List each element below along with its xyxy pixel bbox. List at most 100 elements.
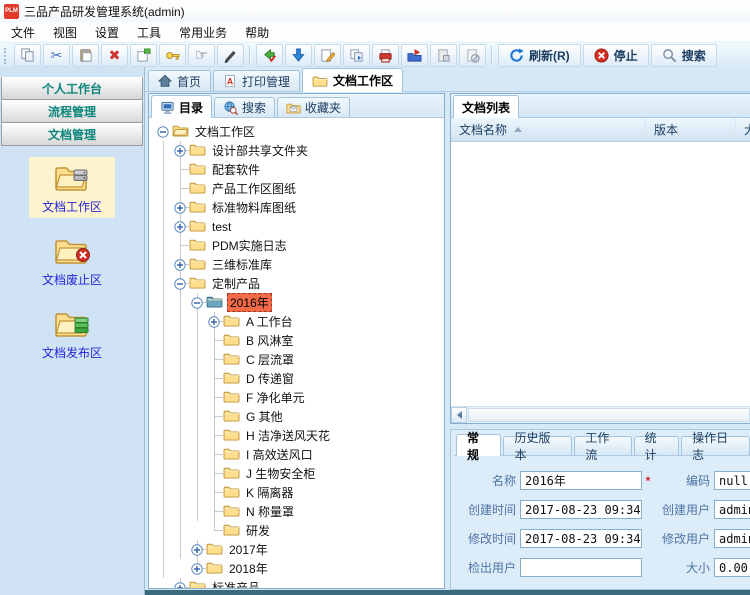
- tree-node-label[interactable]: J 生物安全柜: [244, 465, 317, 482]
- detail-tab-操作日志[interactable]: 操作日志: [681, 436, 750, 455]
- field-input-创建用户[interactable]: admin: [714, 500, 750, 519]
- tree-node[interactable]: test: [155, 217, 444, 236]
- toolbar-button[interactable]: [256, 44, 283, 67]
- tree-node[interactable]: I 高效送风口: [155, 445, 444, 464]
- tree-node[interactable]: 定制产品: [155, 274, 444, 293]
- horizontal-scrollbar[interactable]: [451, 406, 750, 423]
- toolbar-button-刷新(R)[interactable]: 刷新(R): [498, 44, 581, 67]
- tab-文档工作区[interactable]: 文档工作区: [302, 68, 403, 92]
- tree-node[interactable]: N 称量罩: [155, 502, 444, 521]
- tree-node-label[interactable]: H 洁净送风天花: [244, 427, 332, 444]
- tree-node[interactable]: H 洁净送风天花: [155, 426, 444, 445]
- toolbar-button[interactable]: ✂: [43, 44, 70, 67]
- menu-item-帮助[interactable]: 帮助: [236, 22, 278, 43]
- toolbar-grip[interactable]: [4, 48, 10, 64]
- field-input-修改时间[interactable]: 2017-08-23 09:34:55: [520, 529, 642, 548]
- tree-node[interactable]: A 工作台: [155, 312, 444, 331]
- tree-node-label[interactable]: I 高效送风口: [244, 446, 315, 463]
- tree-tab-搜索[interactable]: 搜索: [214, 97, 275, 117]
- scroll-left-button[interactable]: [451, 407, 467, 423]
- tree-node[interactable]: 设计部共享文件夹: [155, 141, 444, 160]
- tree-node-label[interactable]: 设计部共享文件夹: [210, 142, 310, 159]
- toolbar-button[interactable]: ☞: [188, 44, 215, 67]
- sidebar-section-流程管理[interactable]: 流程管理: [1, 100, 143, 123]
- tree-node-label[interactable]: 产品工作区图纸: [210, 180, 298, 197]
- toolbar-button[interactable]: [130, 44, 157, 67]
- field-input-大小[interactable]: 0.00 MB: [714, 558, 750, 577]
- tree-node-label[interactable]: D 传递窗: [244, 370, 296, 387]
- tree-node-label[interactable]: 定制产品: [210, 275, 262, 292]
- toolbar-button[interactable]: [285, 44, 312, 67]
- tree-node[interactable]: K 隔离器: [155, 483, 444, 502]
- detail-tab-工作流[interactable]: 工作流: [574, 436, 631, 455]
- sidebar-section-文档管理[interactable]: 文档管理: [1, 123, 143, 146]
- tree-node-label[interactable]: PDM实施日志: [210, 237, 289, 254]
- tree-node[interactable]: 2016年: [155, 293, 444, 312]
- tab-document-list[interactable]: 文档列表: [453, 95, 519, 118]
- tree-tab-收藏夹[interactable]: 收藏夹: [277, 97, 350, 117]
- tree-node-label[interactable]: 2018年: [227, 560, 270, 577]
- field-input-创建时间[interactable]: 2017-08-23 09:34:44: [520, 500, 642, 519]
- tree-node[interactable]: PDM实施日志: [155, 236, 444, 255]
- tree-node-label[interactable]: K 隔离器: [244, 484, 295, 501]
- sidebar-item-文档工作区[interactable]: 文档工作区: [29, 157, 115, 218]
- column-header-文档名称[interactable]: 文档名称: [451, 118, 646, 141]
- sidebar-item-文档废止区[interactable]: 文档废止区: [29, 230, 115, 291]
- tree-node-label[interactable]: 文档工作区: [193, 123, 257, 140]
- menu-item-视图[interactable]: 视图: [44, 22, 86, 43]
- toolbar-button[interactable]: [314, 44, 341, 67]
- sidebar-section-个人工作台[interactable]: 个人工作台: [1, 77, 143, 100]
- detail-tab-历史版本[interactable]: 历史版本: [503, 436, 572, 455]
- tree-node[interactable]: J 生物安全柜: [155, 464, 444, 483]
- menu-item-设置[interactable]: 设置: [86, 22, 128, 43]
- toolbar-button[interactable]: [343, 44, 370, 67]
- tree-node[interactable]: 产品工作区图纸: [155, 179, 444, 198]
- tree-node-label[interactable]: C 层流罩: [244, 351, 296, 368]
- detail-tab-统计[interactable]: 统计: [634, 436, 679, 455]
- field-input-修改用户[interactable]: admin: [714, 529, 750, 548]
- toolbar-button-搜索[interactable]: 搜索: [651, 44, 717, 67]
- toolbar-button[interactable]: [72, 44, 99, 67]
- tree-node-label[interactable]: F 净化单元: [244, 389, 307, 406]
- field-input-名称[interactable]: 2016年: [520, 471, 642, 490]
- tree-tab-目录[interactable]: 目录: [151, 95, 212, 118]
- toolbar-button[interactable]: [430, 44, 457, 67]
- scrollbar-track[interactable]: [468, 408, 750, 422]
- tree-node[interactable]: B 风淋室: [155, 331, 444, 350]
- tree-node-label[interactable]: 2016年: [227, 293, 272, 312]
- tree-node-label[interactable]: G 其他: [244, 408, 285, 425]
- tree-node[interactable]: 文档工作区: [155, 122, 444, 141]
- toolbar-button[interactable]: [459, 44, 486, 67]
- tree-node[interactable]: 标准物料库图纸: [155, 198, 444, 217]
- tree-node-label[interactable]: 标准产品: [210, 579, 262, 588]
- tree-node-label[interactable]: 2017年: [227, 541, 270, 558]
- toolbar-button[interactable]: ✖: [101, 44, 128, 67]
- tree-node-label[interactable]: 研发: [244, 522, 272, 539]
- menu-item-文件[interactable]: 文件: [2, 22, 44, 43]
- detail-tab-常规[interactable]: 常规: [456, 434, 501, 456]
- tree-node[interactable]: F 净化单元: [155, 388, 444, 407]
- toolbar-button[interactable]: [14, 44, 41, 67]
- tree-node-label[interactable]: N 称量罩: [244, 503, 296, 520]
- tree-node[interactable]: G 其他: [155, 407, 444, 426]
- tree-node[interactable]: D 传递窗: [155, 369, 444, 388]
- menu-item-工具[interactable]: 工具: [128, 22, 170, 43]
- toolbar-button[interactable]: [159, 44, 186, 67]
- tab-首页[interactable]: 首页: [148, 70, 211, 91]
- tree-node[interactable]: 标准产品: [155, 578, 444, 588]
- menu-item-常用业务[interactable]: 常用业务: [170, 22, 236, 43]
- column-header-版本[interactable]: 版本: [646, 118, 736, 141]
- tree-node[interactable]: C 层流罩: [155, 350, 444, 369]
- tree-node[interactable]: 2018年: [155, 559, 444, 578]
- tree-node[interactable]: 配套软件: [155, 160, 444, 179]
- tree-node-label[interactable]: A 工作台: [244, 313, 295, 330]
- tree-node[interactable]: 三维标准库: [155, 255, 444, 274]
- column-header-大小[interactable]: 大小: [736, 118, 750, 141]
- tree-node-label[interactable]: B 风淋室: [244, 332, 295, 349]
- toolbar-button[interactable]: [217, 44, 244, 67]
- tree-node[interactable]: 研发: [155, 521, 444, 540]
- tree-node[interactable]: 2017年: [155, 540, 444, 559]
- tree-node-label[interactable]: 三维标准库: [210, 256, 274, 273]
- toolbar-button[interactable]: [372, 44, 399, 67]
- tab-打印管理[interactable]: A打印管理: [213, 70, 300, 91]
